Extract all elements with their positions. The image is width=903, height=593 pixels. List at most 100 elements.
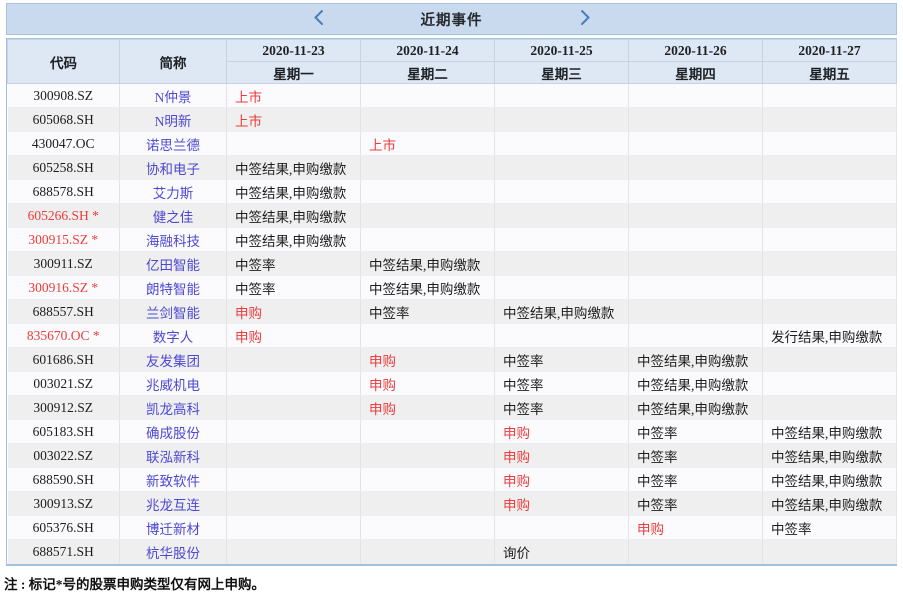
event-cell: 中签结果,申购缴款 [227, 228, 361, 252]
empty-event-cell [495, 204, 629, 228]
empty-event-cell [361, 468, 495, 492]
empty-event-cell [629, 252, 763, 276]
stock-name-link[interactable]: 新致软件 [120, 468, 227, 492]
empty-event-cell [361, 420, 495, 444]
empty-event-cell [629, 276, 763, 300]
chevron-right-icon [580, 9, 592, 29]
table-row: 688590.SH新致软件申购中签率中签结果,申购缴款 [8, 468, 897, 492]
table-row: 605258.SH协和电子中签结果,申购缴款 [8, 156, 897, 180]
empty-event-cell [495, 132, 629, 156]
event-cell: 中签率 [227, 252, 361, 276]
stock-name-link[interactable]: N仲景 [120, 84, 227, 108]
empty-event-cell [629, 156, 763, 180]
table-row: 605068.SHN明新上市 [8, 108, 897, 132]
empty-event-cell [227, 372, 361, 396]
weekday-header: 星期三 [495, 62, 629, 84]
stock-name-link[interactable]: 兆龙互连 [120, 492, 227, 516]
weekday-header: 星期四 [629, 62, 763, 84]
stock-name-link[interactable]: 海融科技 [120, 228, 227, 252]
table-row: 300911.SZ亿田智能中签率中签结果,申购缴款 [8, 252, 897, 276]
event-cell: 中签率 [495, 372, 629, 396]
code-column-header: 代码 [8, 40, 120, 84]
table-row: 688578.SH艾力斯中签结果,申购缴款 [8, 180, 897, 204]
event-cell: 中签结果,申购缴款 [763, 444, 897, 468]
stock-code: 605376.SH [8, 516, 120, 540]
stock-name-link[interactable]: 朗特智能 [120, 276, 227, 300]
empty-event-cell [361, 228, 495, 252]
stock-code: 300911.SZ [8, 252, 120, 276]
event-cell: 中签率 [227, 276, 361, 300]
stock-name-link[interactable]: 凯龙高科 [120, 396, 227, 420]
empty-event-cell [227, 468, 361, 492]
event-cell: 中签结果,申购缴款 [629, 396, 763, 420]
stock-name-link[interactable]: 健之佳 [120, 204, 227, 228]
stock-code: 003022.SZ [8, 444, 120, 468]
empty-event-cell [495, 324, 629, 348]
stock-name-link[interactable]: 兰剑智能 [120, 300, 227, 324]
events-table-container: 代码 简称 2020-11-232020-11-242020-11-252020… [6, 38, 897, 566]
table-row: 430047.OC诺思兰德上市 [8, 132, 897, 156]
stock-code: 605258.SH [8, 156, 120, 180]
next-button[interactable] [579, 10, 593, 28]
table-row: 835670.OC *数字人申购发行结果,申购缴款 [8, 324, 897, 348]
empty-event-cell [763, 132, 897, 156]
prev-button[interactable] [311, 10, 325, 28]
chevron-left-icon [312, 9, 324, 29]
stock-code: 430047.OC [8, 132, 120, 156]
empty-event-cell [227, 348, 361, 372]
empty-event-cell [227, 420, 361, 444]
empty-event-cell [361, 516, 495, 540]
stock-code: 688571.SH [8, 540, 120, 564]
table-row: 605266.SH *健之佳中签结果,申购缴款 [8, 204, 897, 228]
date-column-header: 2020-11-26 [629, 40, 763, 62]
stock-code: 688557.SH [8, 300, 120, 324]
event-cell: 中签结果,申购缴款 [763, 468, 897, 492]
table-header: 代码 简称 2020-11-232020-11-242020-11-252020… [8, 40, 897, 84]
empty-event-cell [763, 204, 897, 228]
empty-event-cell [495, 276, 629, 300]
event-cell: 申购 [361, 348, 495, 372]
event-cell: 申购 [495, 444, 629, 468]
stock-name-link[interactable]: N明新 [120, 108, 227, 132]
table-row: 300913.SZ兆龙互连申购中签率中签结果,申购缴款 [8, 492, 897, 516]
stock-name-link[interactable]: 友发集团 [120, 348, 227, 372]
stock-name-link[interactable]: 确成股份 [120, 420, 227, 444]
stock-name-link[interactable]: 亿田智能 [120, 252, 227, 276]
empty-event-cell [495, 180, 629, 204]
stock-code: 688590.SH [8, 468, 120, 492]
recent-events-widget: 近期事件 代码 简称 2020-11-232020-11-24202 [6, 3, 897, 593]
empty-event-cell [629, 84, 763, 108]
table-body: 300908.SZN仲景上市605068.SHN明新上市430047.OC诺思兰… [8, 84, 897, 564]
table-row: 003021.SZ兆威机电申购中签率中签结果,申购缴款 [8, 372, 897, 396]
event-cell: 申购 [495, 468, 629, 492]
footnote: 注 : 标记*号的股票申购类型仅有网上申购。 [4, 573, 897, 593]
event-cell: 中签率 [361, 300, 495, 324]
stock-name-link[interactable]: 数字人 [120, 324, 227, 348]
stock-name-link[interactable]: 博迁新材 [120, 516, 227, 540]
empty-event-cell [629, 300, 763, 324]
event-cell: 申购 [495, 492, 629, 516]
table-row: 300916.SZ *朗特智能中签率中签结果,申购缴款 [8, 276, 897, 300]
event-cell: 中签结果,申购缴款 [361, 276, 495, 300]
event-cell: 中签率 [495, 396, 629, 420]
stock-code: 605068.SH [8, 108, 120, 132]
stock-name-link[interactable]: 联泓新科 [120, 444, 227, 468]
empty-event-cell [361, 156, 495, 180]
stock-name-link[interactable]: 杭华股份 [120, 540, 227, 564]
stock-name-link[interactable]: 兆威机电 [120, 372, 227, 396]
name-column-header: 简称 [120, 40, 227, 84]
stock-name-link[interactable]: 诺思兰德 [120, 132, 227, 156]
table-row: 300915.SZ *海融科技中签结果,申购缴款 [8, 228, 897, 252]
empty-event-cell [495, 108, 629, 132]
stock-name-link[interactable]: 艾力斯 [120, 180, 227, 204]
event-cell: 中签率 [763, 516, 897, 540]
empty-event-cell [763, 228, 897, 252]
event-cell: 中签结果,申购缴款 [763, 420, 897, 444]
weekday-header: 星期二 [361, 62, 495, 84]
empty-event-cell [763, 396, 897, 420]
banner-title: 近期事件 [421, 9, 483, 30]
stock-code: 835670.OC * [8, 324, 120, 348]
event-cell: 中签结果,申购缴款 [227, 156, 361, 180]
table-row: 688571.SH杭华股份询价 [8, 540, 897, 564]
stock-name-link[interactable]: 协和电子 [120, 156, 227, 180]
